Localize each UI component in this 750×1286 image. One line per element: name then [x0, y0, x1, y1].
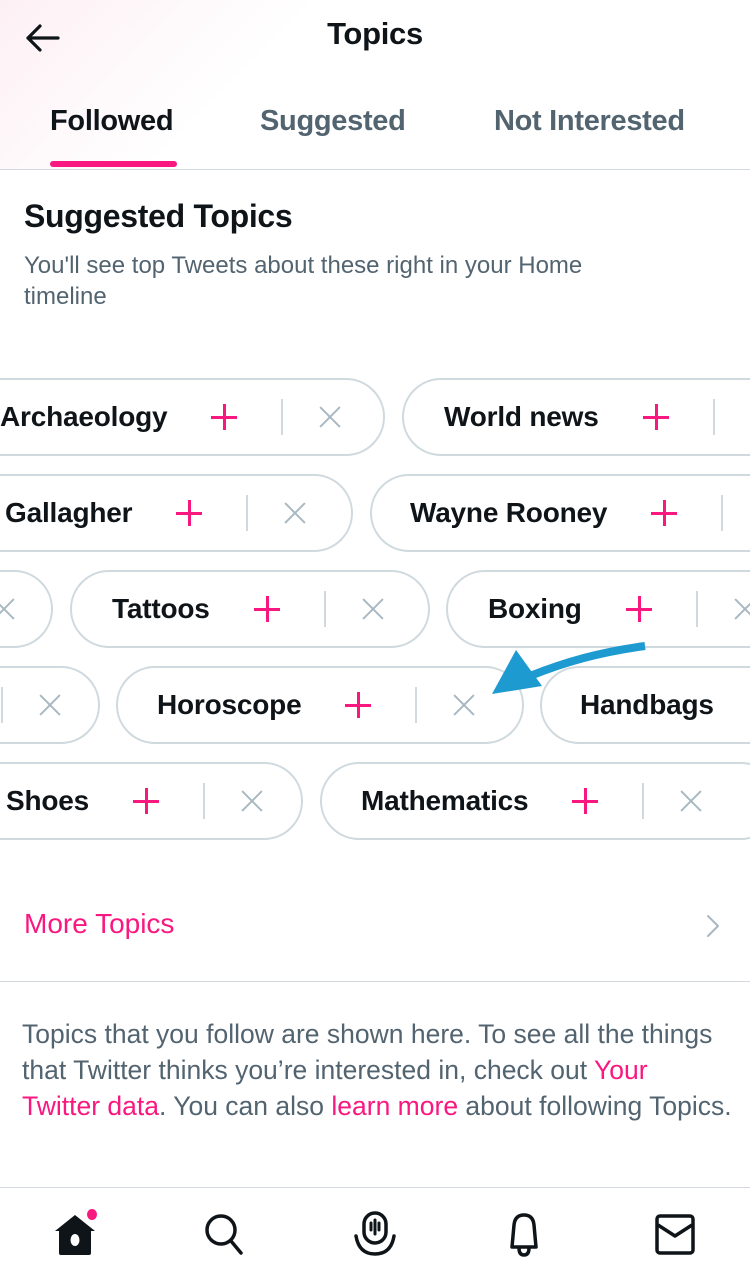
- plus-icon[interactable]: [133, 788, 160, 814]
- plus-icon[interactable]: [651, 500, 678, 526]
- nav-notifications[interactable]: [500, 1210, 548, 1258]
- topic-label: Wayne Rooney: [410, 497, 608, 528]
- plus-icon[interactable]: [211, 404, 238, 430]
- topic-chip: Shoes: [0, 762, 303, 840]
- topic-label: Horoscope: [157, 689, 302, 720]
- close-icon[interactable]: [362, 598, 384, 620]
- chip-divider: [1, 687, 3, 723]
- topic-label: Handbags: [580, 689, 714, 720]
- active-tab-indicator: [50, 161, 177, 167]
- topic-label: Shoes: [6, 785, 90, 816]
- topic-chip: Archaeology: [0, 378, 385, 456]
- info-text-part: about following Topics.: [458, 1091, 732, 1121]
- tab-followed[interactable]: Followed: [50, 105, 174, 138]
- topic-chip: Handbags: [540, 666, 750, 744]
- topics-info-text: Topics that you follow are shown here. T…: [22, 1016, 732, 1124]
- topic-row: Tattoos Boxing: [0, 570, 750, 650]
- topic-chip: Boxing: [446, 570, 750, 648]
- topic-chip: Mathematics: [320, 762, 750, 840]
- close-icon[interactable]: [39, 694, 61, 716]
- plus-icon[interactable]: [345, 692, 372, 718]
- topic-label: World news: [444, 401, 599, 432]
- search-icon: [205, 1214, 243, 1255]
- plus-icon[interactable]: [572, 788, 599, 814]
- topic-row: Shoes Mathematics: [0, 762, 750, 842]
- topic-label: Archaeology: [0, 401, 168, 432]
- close-icon[interactable]: [734, 598, 750, 620]
- bottom-nav: [0, 1187, 750, 1286]
- plus-icon[interactable]: [642, 404, 669, 430]
- learn-more-link[interactable]: learn more: [331, 1091, 458, 1121]
- top-header: Topics Followed Suggested Not Interested: [0, 0, 750, 170]
- tab-suggested[interactable]: Suggested: [260, 105, 406, 138]
- bell-icon: [510, 1213, 538, 1257]
- section-subtitle: You'll see top Tweets about these right …: [24, 252, 583, 310]
- spaces-icon: [354, 1211, 396, 1256]
- chip-divider: [281, 399, 284, 435]
- topic-row: Horoscope Handbags: [0, 666, 750, 746]
- chip-divider: [642, 783, 645, 819]
- topic-chip: World news: [402, 378, 750, 456]
- topic-label: Boxing: [488, 593, 582, 624]
- nav-spaces[interactable]: [351, 1210, 399, 1258]
- plus-icon[interactable]: [176, 500, 203, 526]
- topic-chip: Tattoos: [70, 570, 430, 648]
- topic-chip: Wayne Rooney: [370, 474, 750, 552]
- chip-divider: [203, 783, 206, 819]
- close-icon[interactable]: [680, 790, 702, 812]
- topic-chip: Gallagher: [0, 474, 353, 552]
- topic-label: Mathematics: [361, 785, 529, 816]
- nav-search[interactable]: [200, 1210, 248, 1258]
- topic-label: Tattoos: [112, 593, 210, 624]
- info-text-part: . You can also: [158, 1091, 332, 1121]
- plus-icon[interactable]: [253, 596, 280, 622]
- chip-divider: [721, 495, 724, 531]
- chip-divider: [695, 591, 698, 627]
- topic-chip: Horoscope: [116, 666, 524, 744]
- topic-row: Gallagher Wayne Rooney: [0, 474, 750, 554]
- more-topics-link[interactable]: More Topics: [0, 880, 750, 982]
- mail-icon: [655, 1214, 695, 1255]
- more-topics-label: More Topics: [24, 908, 175, 939]
- close-icon[interactable]: [0, 598, 15, 620]
- page-title: Topics: [327, 16, 423, 51]
- tab-bar: Followed Suggested Not Interested: [0, 100, 750, 170]
- topic-label: Gallagher: [5, 497, 133, 528]
- close-icon[interactable]: [284, 502, 306, 524]
- close-icon[interactable]: [453, 694, 475, 716]
- section-title: Suggested Topics: [24, 198, 293, 234]
- topic-chip: [0, 570, 53, 648]
- chip-divider: [415, 687, 418, 723]
- chip-divider: [712, 399, 715, 435]
- nav-messages[interactable]: [651, 1210, 699, 1258]
- tab-not-interested[interactable]: Not Interested: [494, 105, 685, 138]
- close-icon[interactable]: [241, 790, 263, 812]
- topic-chip: [0, 666, 100, 744]
- plus-icon[interactable]: [625, 596, 652, 622]
- topic-row: Archaeology World news: [0, 378, 750, 458]
- notification-dot: [87, 1209, 97, 1220]
- chip-divider: [246, 495, 249, 531]
- chevron-right-icon: [707, 915, 719, 937]
- chip-divider: [323, 591, 326, 627]
- close-icon[interactable]: [319, 406, 341, 428]
